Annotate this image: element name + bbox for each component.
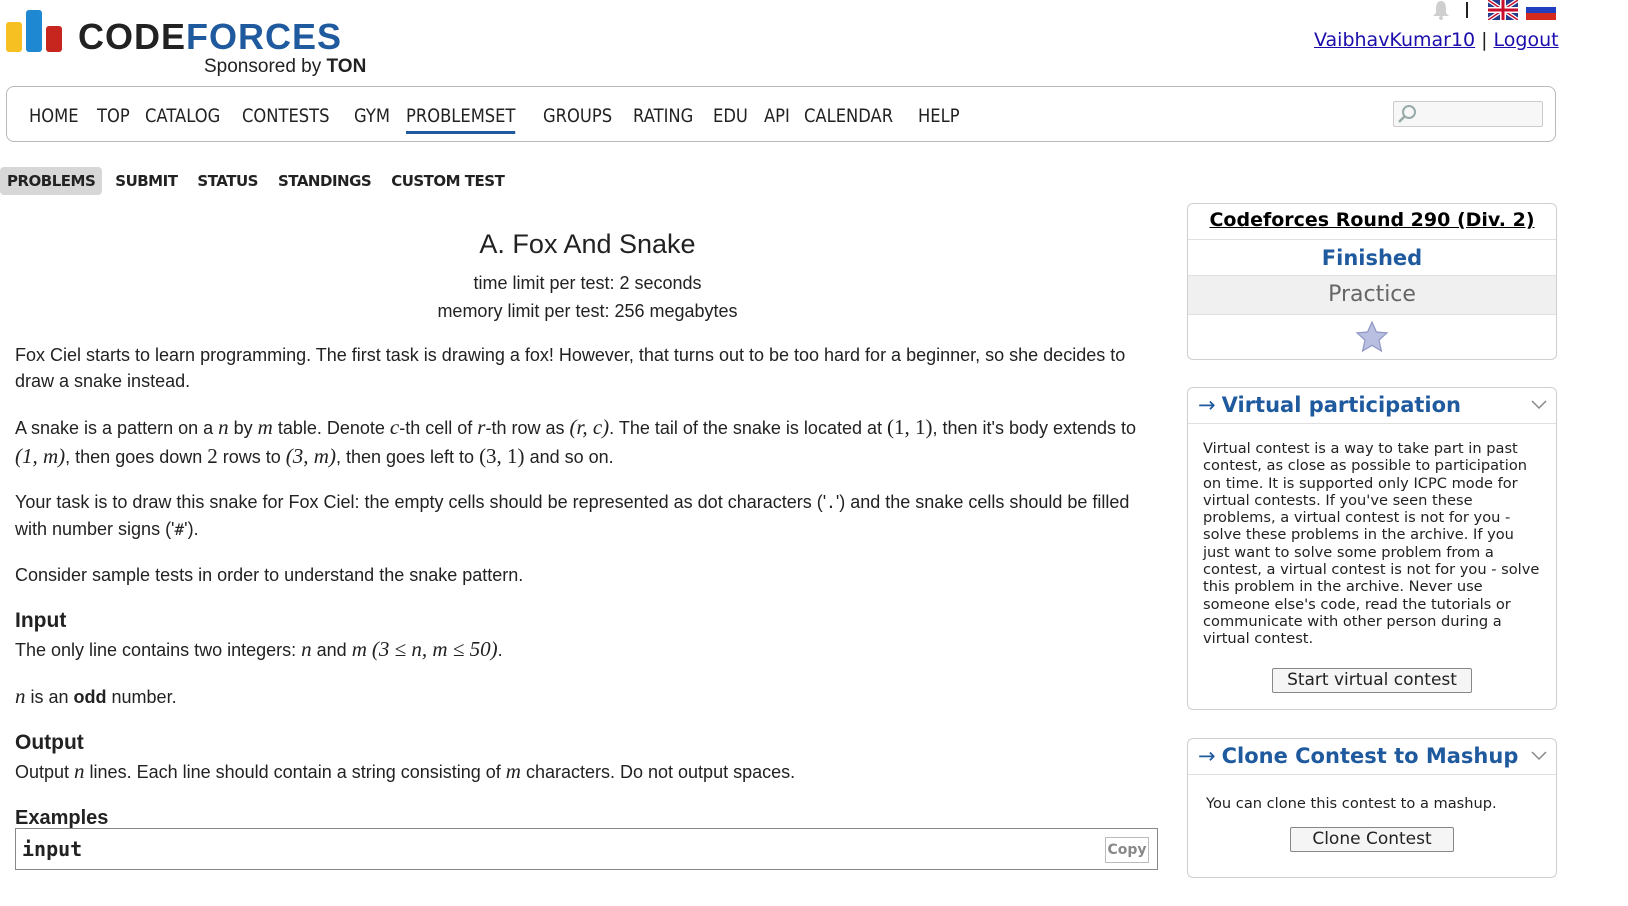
example-input-box: input Copy (15, 828, 1158, 870)
nav-groups[interactable]: GROUPS (543, 105, 612, 134)
clone-contest-text: You can clone this contest to a mashup. (1206, 795, 1497, 812)
logout-link[interactable]: Logout (1494, 29, 1559, 51)
nav-top[interactable]: TOP (97, 105, 130, 134)
clone-contest-button[interactable]: Clone Contest (1290, 827, 1454, 852)
nav-home[interactable]: HOME (29, 105, 79, 134)
main-nav: HOME TOP CATALOG CONTESTS GYM PROBLEMSET… (6, 86, 1556, 142)
contest-info-box: Codeforces Round 290 (Div. 2) Finished P… (1187, 203, 1557, 360)
user-links: VaibhavKumar10 | Logout (1314, 29, 1559, 51)
virtual-participation-text: Virtual contest is a way to take part in… (1203, 440, 1540, 648)
virtual-participation-title[interactable]: → Virtual participation (1188, 388, 1556, 424)
nav-gym[interactable]: GYM (354, 105, 390, 134)
uk-flag-icon[interactable] (1488, 0, 1518, 20)
input-paragraph: The only line contains two integers: n a… (15, 637, 503, 661)
practice-row: Practice (1188, 276, 1556, 315)
input-title: Input (15, 609, 67, 632)
problem-statement: A. Fox And Snake time limit per test: 2 … (15, 215, 1160, 831)
example-input-label: input (22, 837, 83, 861)
logo-bars-icon (6, 6, 68, 52)
output-paragraph: Output n lines. Each line should contain… (15, 759, 796, 783)
subnav-problems[interactable]: PROBLEMS (0, 167, 103, 195)
user-separator: | (1481, 29, 1488, 51)
logo-sponsor: Sponsored by TON (204, 56, 367, 77)
contest-name-row: Codeforces Round 290 (Div. 2) (1188, 204, 1556, 240)
practice-label: Practice (1328, 282, 1416, 307)
subnav-submit[interactable]: SUBMIT (108, 167, 184, 195)
output-title: Output (15, 731, 84, 754)
task-paragraph: Your task is to draw this snake for Fox … (15, 492, 1130, 539)
nav-edu[interactable]: EDU (713, 105, 748, 134)
contest-name-link[interactable]: Codeforces Round 290 (Div. 2) (1209, 209, 1534, 231)
nav-problemset[interactable]: PROBLEMSET (405, 105, 516, 134)
search-icon (1398, 105, 1416, 123)
nav-rating[interactable]: RATING (633, 105, 693, 134)
subnav-custom-test[interactable]: CUSTOM TEST (384, 167, 511, 195)
subnav-standings[interactable]: STANDINGS (271, 167, 378, 195)
contest-phase-row: Finished (1188, 240, 1556, 276)
nav-api[interactable]: API (764, 105, 790, 134)
bell-icon[interactable] (1430, 0, 1452, 20)
search-input[interactable] (1393, 101, 1543, 127)
odd-paragraph: n is an odd number. (15, 684, 177, 708)
subnav-status[interactable]: STATUS (190, 167, 265, 195)
problem-title: A. Fox And Snake (479, 229, 696, 259)
consider-paragraph: Consider sample tests in order to unders… (15, 565, 524, 585)
logo-wordmark: CODEFORCES (78, 16, 343, 57)
chevron-down-icon[interactable] (1530, 748, 1548, 762)
sub-nav: PROBLEMS SUBMIT STATUS STANDINGS CUSTOM … (0, 167, 517, 195)
nav-catalog[interactable]: CATALOG (145, 105, 220, 134)
start-virtual-contest-button[interactable]: Start virtual contest (1272, 667, 1472, 693)
star-icon[interactable] (1355, 320, 1389, 354)
clone-contest-box: → Clone Contest to Mashup You can clone t… (1187, 738, 1557, 878)
pattern-paragraph: A snake is a pattern on a n by m table. … (15, 415, 1137, 468)
contest-phase: Finished (1321, 246, 1423, 270)
star-row (1188, 315, 1556, 359)
nav-calendar[interactable]: CALENDAR (804, 105, 893, 134)
virtual-participation-box: → Virtual participation Virtual contest i… (1187, 387, 1557, 710)
intro-paragraph: Fox Ciel starts to learn programming. Th… (15, 345, 1126, 391)
copy-button[interactable]: Copy (1105, 837, 1149, 863)
nav-contests[interactable]: CONTESTS (242, 105, 330, 134)
ru-flag-icon[interactable] (1526, 0, 1556, 20)
username-link[interactable]: VaibhavKumar10 (1314, 29, 1475, 51)
icon-separator (1466, 2, 1468, 18)
nav-help[interactable]: HELP (918, 105, 960, 134)
memory-limit: memory limit per test: 256 megabytes (437, 301, 738, 321)
clone-contest-title[interactable]: → Clone Contest to Mashup (1188, 739, 1556, 775)
chevron-down-icon[interactable] (1530, 397, 1548, 411)
codeforces-logo[interactable]: CODEFORCES Sponsored by TON (6, 6, 386, 77)
time-limit: time limit per test: 2 seconds (473, 273, 702, 293)
